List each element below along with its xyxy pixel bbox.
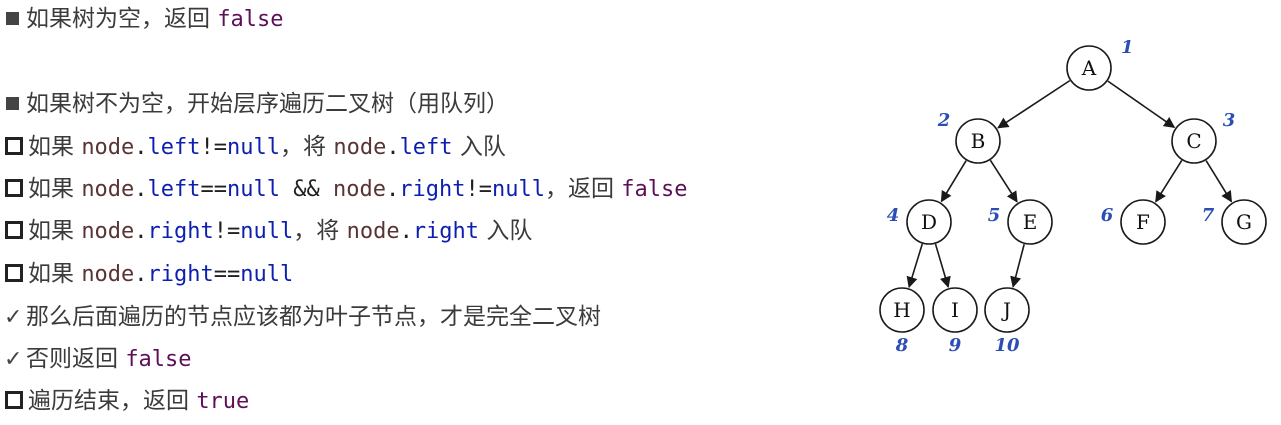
tree-edge-D-H bbox=[906, 243, 924, 289]
node-label: E bbox=[1023, 210, 1038, 234]
node-index-label: 7 bbox=[1202, 205, 1215, 226]
node-index-label: 6 bbox=[1101, 205, 1114, 226]
tree-edge-C-G bbox=[1205, 160, 1233, 203]
tree-node-E: E5 bbox=[988, 199, 1053, 245]
tree-edge-E-J bbox=[1010, 244, 1025, 288]
node-index-label: 9 bbox=[949, 335, 962, 356]
tree-node-H: H8 bbox=[879, 287, 925, 356]
node-label: B bbox=[971, 129, 986, 153]
tree-node-I: I9 bbox=[932, 287, 978, 356]
node-index-label: 5 bbox=[988, 205, 1001, 226]
node-index-label: 4 bbox=[887, 205, 900, 226]
tree-node-G: G7 bbox=[1202, 199, 1267, 245]
tree-node-J: J 10 bbox=[984, 287, 1030, 356]
node-index-label: 3 bbox=[1223, 110, 1236, 131]
tree-edge-D-I bbox=[934, 243, 951, 289]
tree-node-D: D4 bbox=[887, 199, 952, 245]
complete-binary-tree-diagram: A1B2C3D4 E5 F6 G7H8I9J10 bbox=[879, 37, 1267, 356]
tree-edge-B-D bbox=[940, 160, 967, 203]
node-label: F bbox=[1136, 210, 1150, 234]
tree-edge-C-F bbox=[1155, 160, 1183, 203]
tree-edge-A-C bbox=[1107, 80, 1176, 128]
tree-node-A: A1 bbox=[1066, 37, 1134, 91]
tree-node-F: F6 bbox=[1101, 199, 1166, 245]
tree-edge-A-B bbox=[997, 79, 1071, 129]
node-label: H bbox=[893, 298, 910, 322]
node-index-label: 8 bbox=[895, 335, 909, 356]
node-label: J bbox=[1001, 298, 1011, 322]
tree-node-B: B2 bbox=[937, 110, 1001, 164]
tree-edge-B-E bbox=[989, 159, 1018, 203]
node-label: A bbox=[1081, 56, 1097, 80]
tree-node-C: C3 bbox=[1171, 110, 1236, 164]
node-label: C bbox=[1186, 129, 1201, 153]
node-label: I bbox=[951, 298, 959, 322]
node-index-label: 1 bbox=[1121, 37, 1134, 58]
node-index-label: 2 bbox=[937, 110, 951, 131]
node-label: D bbox=[921, 210, 937, 234]
node-label: G bbox=[1236, 210, 1252, 234]
node-index-label: 10 bbox=[994, 335, 1020, 356]
